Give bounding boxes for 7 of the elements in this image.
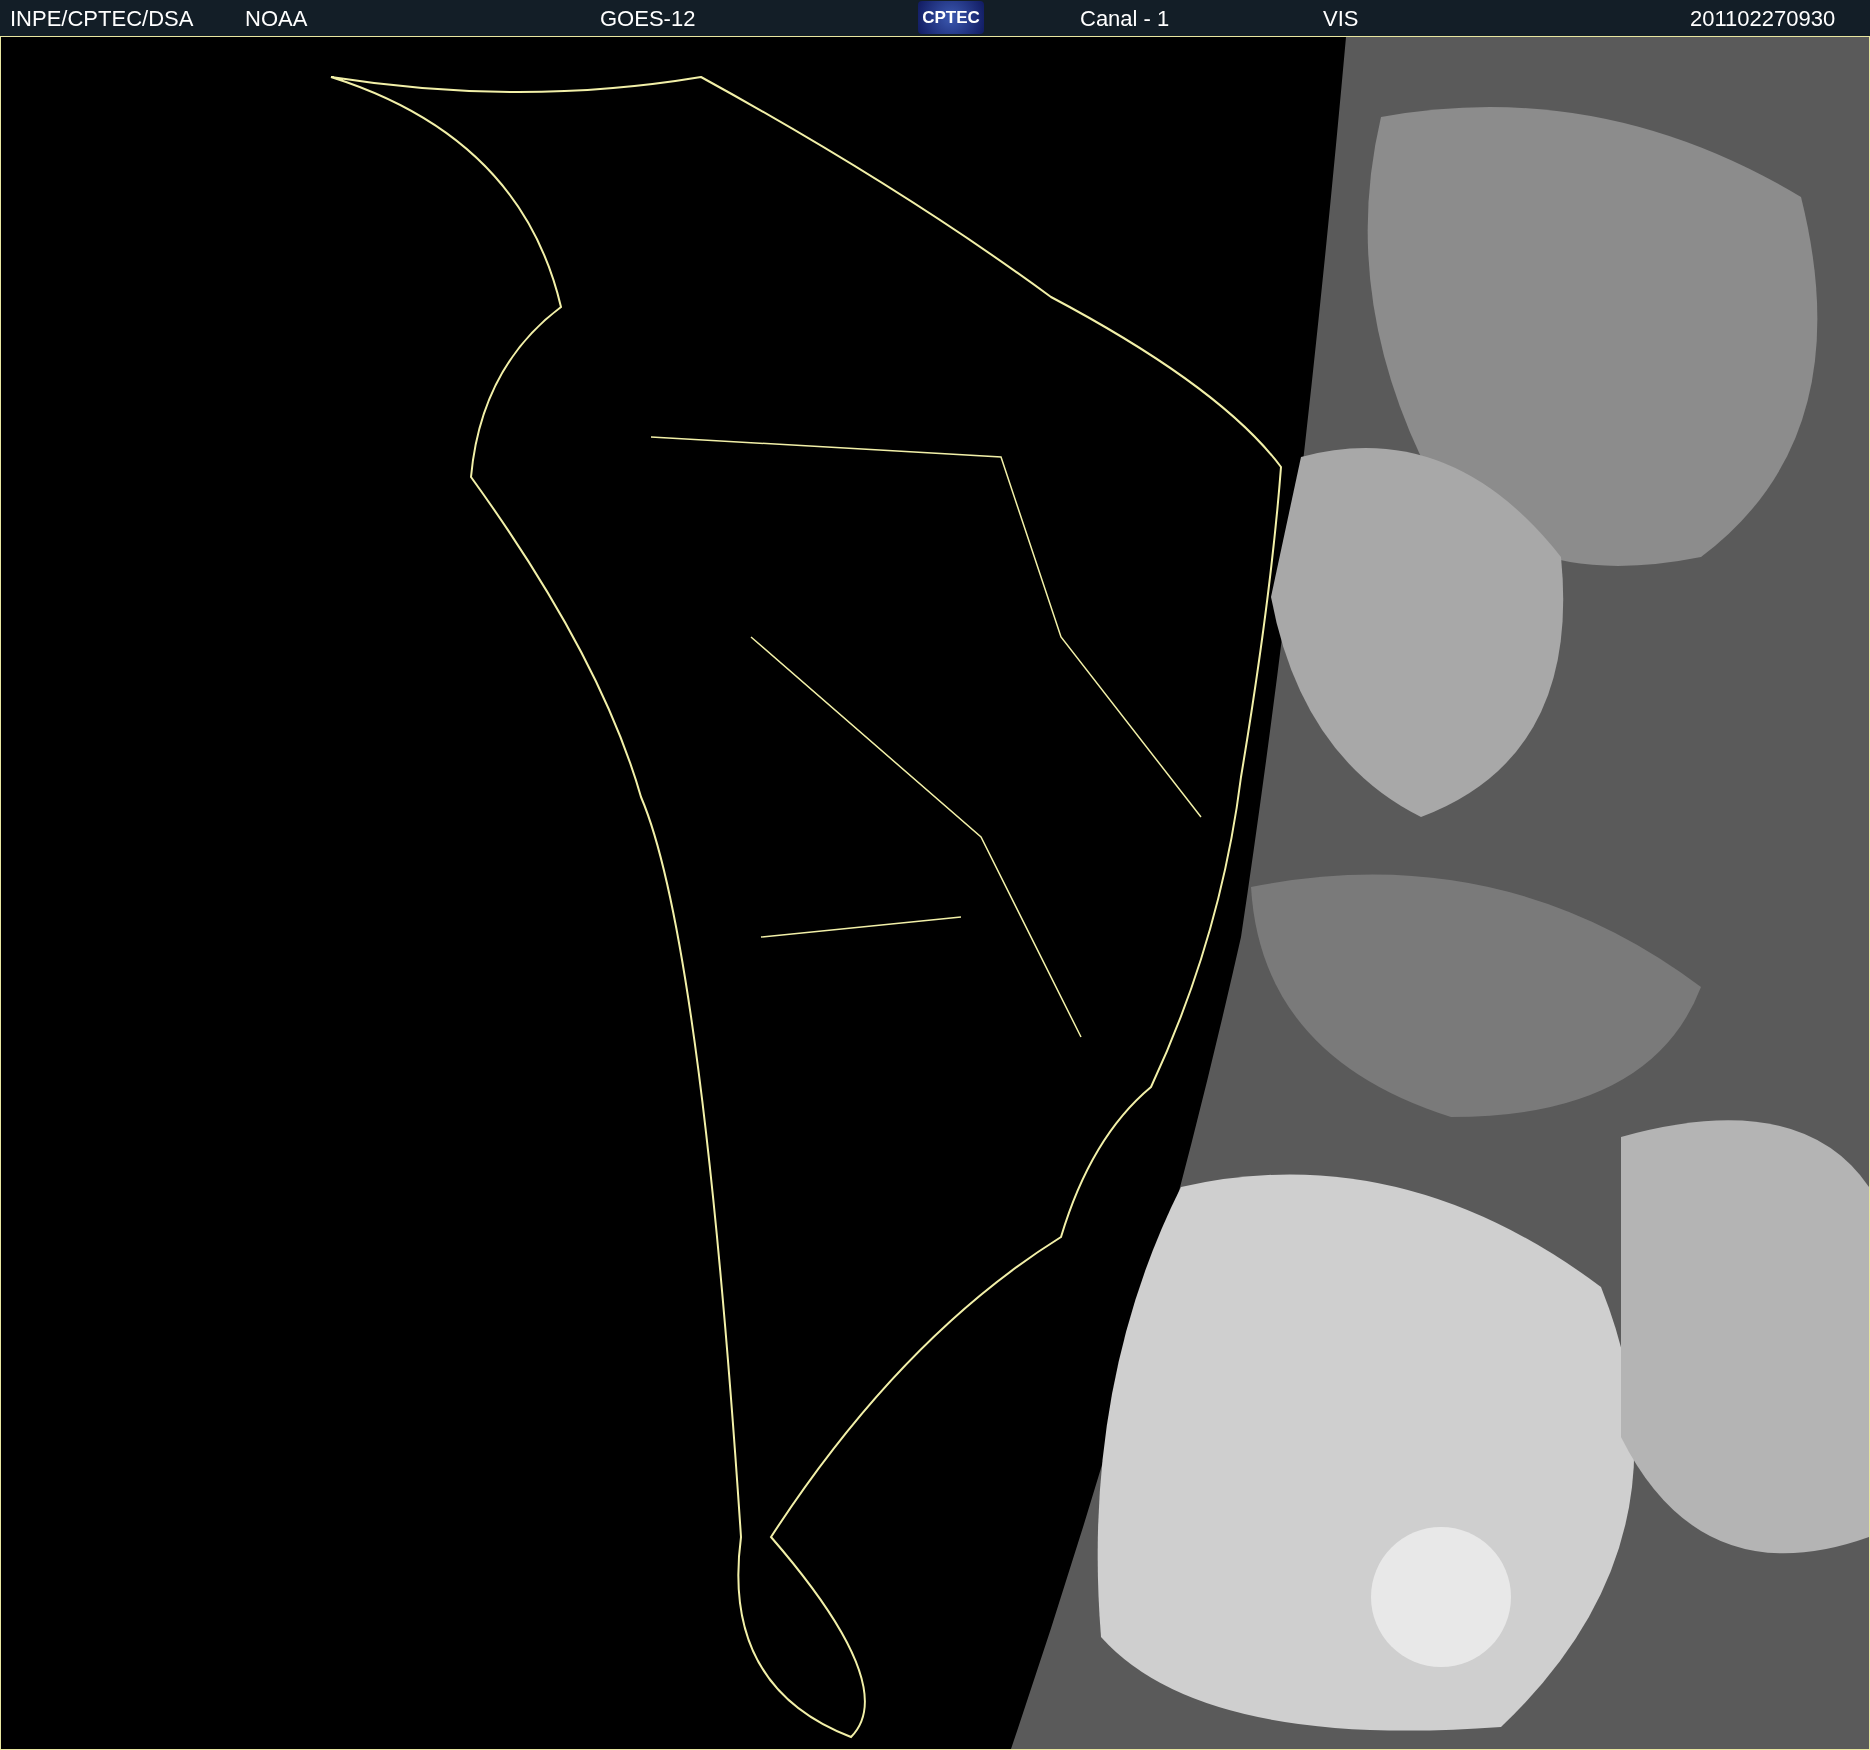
channel-label: Canal - 1 xyxy=(1080,6,1170,32)
agency-label: INPE/CPTEC/DSA xyxy=(10,6,194,32)
band-label: VIS xyxy=(1323,6,1359,32)
satellite-label: GOES-12 xyxy=(600,6,696,32)
timestamp-label: 201102270930 xyxy=(1690,6,1836,32)
source-label: NOAA xyxy=(245,6,308,32)
logo: CPTEC xyxy=(918,1,984,34)
